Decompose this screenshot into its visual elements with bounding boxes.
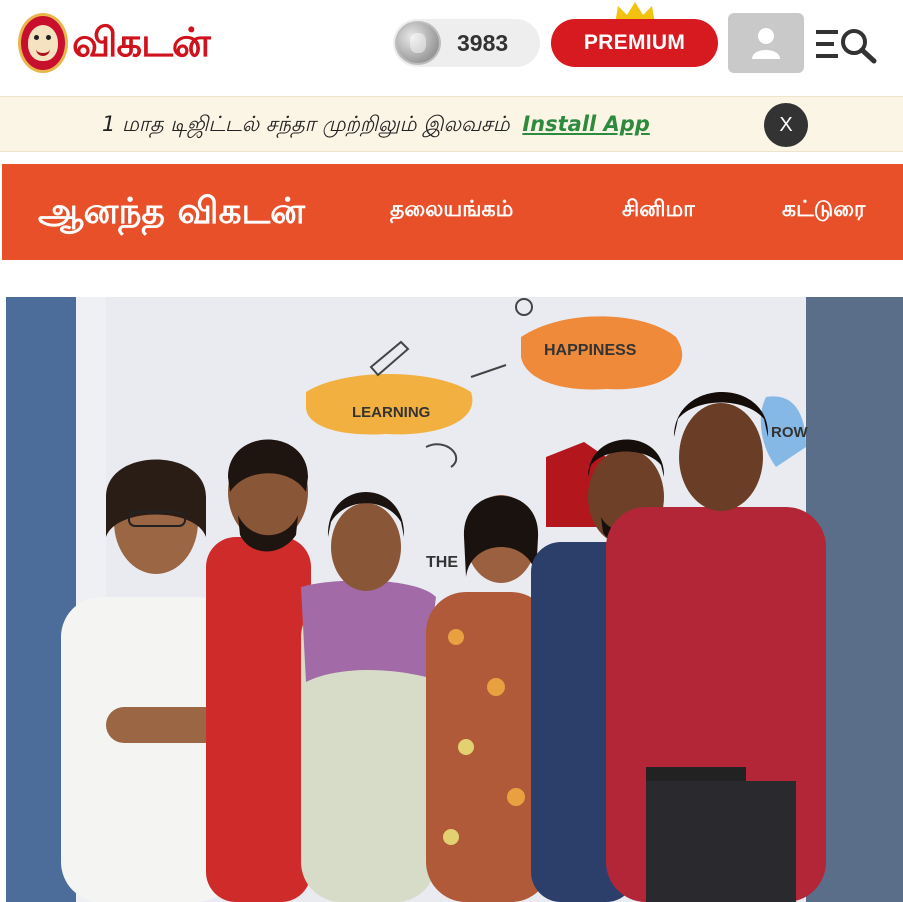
close-promo-button[interactable]: X xyxy=(764,103,808,147)
section-nav-bar: ஆனந்த விகடன் தலையங்கம் சினிமா கட்டுரை xyxy=(2,164,903,260)
promo-text: 1 மாத டிஜிட்டல் சந்தா முற்றிலும் இலவசம் … xyxy=(102,97,650,151)
coins-counter[interactable]: 3983 xyxy=(393,19,540,67)
install-app-link[interactable]: Install App xyxy=(522,112,650,136)
nav-item-editorial[interactable]: தலையங்கம் xyxy=(390,164,513,256)
brand-name: விகடன் xyxy=(72,20,211,66)
vikatan-logo[interactable]: விகடன் xyxy=(18,12,211,74)
premium-button[interactable]: PREMIUM xyxy=(551,19,718,67)
menu-search-icon[interactable] xyxy=(814,24,878,64)
coin-icon xyxy=(395,21,441,65)
nav-item-articles[interactable]: கட்டுரை xyxy=(782,164,865,256)
wall-word-grow: ROW xyxy=(771,424,809,441)
group-photo-illustration: HAPPINESS LEARNING ROW THE ME xyxy=(6,297,903,902)
wall-word-learning: LEARNING xyxy=(352,404,430,421)
profile-button[interactable] xyxy=(728,13,804,73)
user-icon xyxy=(752,28,780,59)
nav-item-cinema[interactable]: சினிமா xyxy=(622,164,695,256)
coin-count: 3983 xyxy=(457,30,509,56)
hero-photo[interactable]: HAPPINESS LEARNING ROW THE ME xyxy=(6,297,903,902)
wall-word-the: THE xyxy=(426,554,458,571)
wall-word-happiness: HAPPINESS xyxy=(544,342,637,359)
top-header: விகடன் 3983 PREMIUM xyxy=(0,0,903,90)
mascot-logo-icon xyxy=(18,13,68,73)
section-title[interactable]: ஆனந்த விகடன் xyxy=(38,164,305,260)
promo-message: 1 மாத டிஜிட்டல் சந்தா முற்றிலும் இலவசம் xyxy=(102,112,510,136)
